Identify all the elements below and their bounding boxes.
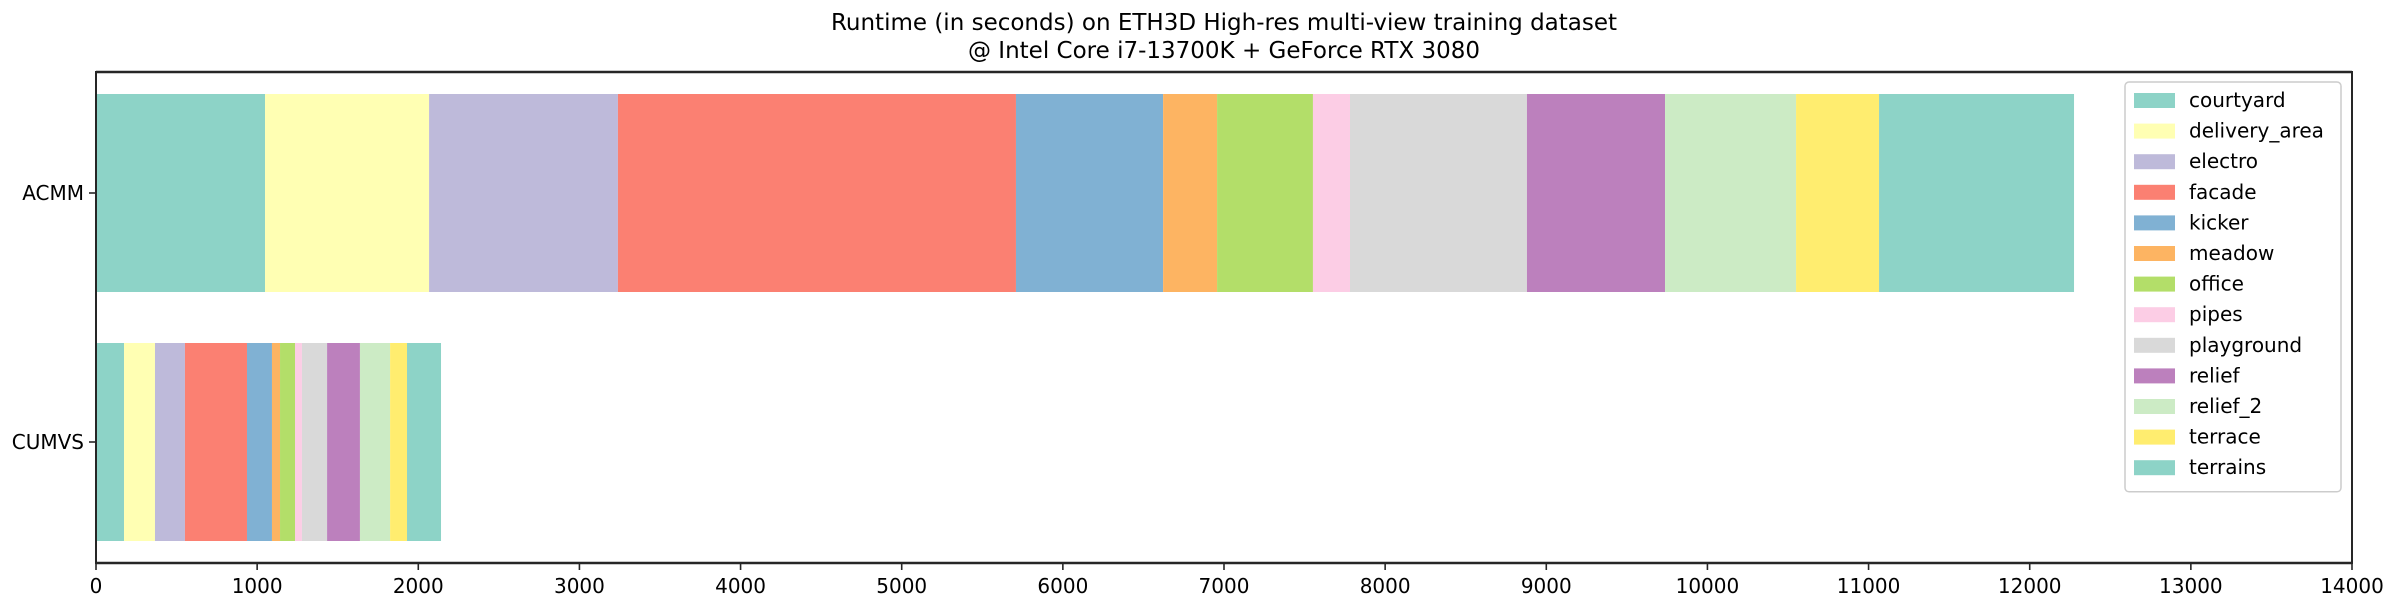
x-tick-label: 10000 bbox=[1676, 574, 1740, 598]
x-tick-label: 12000 bbox=[1998, 574, 2062, 598]
bar-segment-acmm-delivery-area bbox=[265, 94, 430, 292]
bar-segment-acmm-playground bbox=[1350, 94, 1527, 292]
bar-segment-cumvs-kicker bbox=[246, 343, 272, 541]
x-tick-label: 9000 bbox=[1521, 574, 1572, 598]
legend-label: electro bbox=[2189, 149, 2258, 173]
bar-segment-acmm-meadow bbox=[1163, 94, 1218, 292]
x-tick-label: 3000 bbox=[554, 574, 605, 598]
bar-segment-cumvs-relief-2 bbox=[359, 343, 391, 541]
legend-label: facade bbox=[2189, 180, 2257, 204]
legend-label: terrace bbox=[2189, 425, 2261, 449]
x-tick-label: 1000 bbox=[232, 574, 283, 598]
x-tick-label: 0 bbox=[90, 574, 103, 598]
legend-swatch bbox=[2134, 93, 2175, 108]
bar-segment-acmm-terrains bbox=[1879, 94, 2075, 292]
x-tick-label: 5000 bbox=[876, 574, 927, 598]
legend-label: playground bbox=[2189, 333, 2302, 357]
x-tick-label: 4000 bbox=[715, 574, 766, 598]
bar-segment-cumvs-courtyard bbox=[96, 343, 125, 541]
runtime-chart: Runtime (in seconds) on ETH3D High-res m… bbox=[12, 10, 2384, 598]
x-tick-label: 14000 bbox=[2320, 574, 2384, 598]
bar-group-acmm bbox=[96, 94, 2075, 292]
x-tick-label: 11000 bbox=[1837, 574, 1901, 598]
bar-segment-acmm-office bbox=[1217, 94, 1313, 292]
bar-segment-cumvs-terrace bbox=[390, 343, 408, 541]
bar-segment-acmm-electro bbox=[429, 94, 618, 292]
bars-layer bbox=[96, 94, 2075, 541]
legend-label: relief bbox=[2189, 363, 2241, 387]
legend-label: kicker bbox=[2189, 210, 2249, 234]
bar-segment-acmm-pipes bbox=[1312, 94, 1351, 292]
bar-segment-cumvs-delivery-area bbox=[124, 343, 155, 541]
bar-segment-cumvs-facade bbox=[184, 343, 247, 541]
y-tick-label-cumvs: CUMVS bbox=[12, 430, 84, 454]
bar-segment-cumvs-relief bbox=[327, 343, 360, 541]
bar-segment-acmm-facade bbox=[617, 94, 1016, 292]
legend-swatch bbox=[2134, 276, 2175, 292]
bar-segment-acmm-relief-2 bbox=[1665, 94, 1797, 292]
legend-swatch bbox=[2134, 246, 2175, 261]
legend-swatch bbox=[2134, 399, 2175, 414]
y-tick-label-acmm: ACMM bbox=[22, 181, 84, 205]
bar-segment-cumvs-playground bbox=[301, 343, 328, 541]
legend: courtyard delivery_areaelectro facade kicke… bbox=[2124, 81, 2342, 493]
x-tick-label: 2000 bbox=[393, 574, 444, 598]
legend-swatch bbox=[2134, 215, 2175, 231]
legend-swatch bbox=[2134, 368, 2175, 384]
bar-segment-acmm-courtyard bbox=[96, 94, 266, 292]
bar-segment-cumvs-pipes bbox=[295, 343, 302, 541]
legend-swatch bbox=[2134, 460, 2175, 476]
legend-swatch bbox=[2134, 307, 2175, 323]
x-tick-label: 13000 bbox=[2159, 574, 2223, 598]
bar-segment-cumvs-meadow bbox=[271, 343, 281, 541]
x-tick-label: 7000 bbox=[1199, 574, 1250, 598]
legend-label: office bbox=[2189, 272, 2244, 296]
legend-label: delivery_area bbox=[2189, 119, 2324, 143]
legend-label: courtyard bbox=[2189, 88, 2286, 112]
bar-segment-cumvs-office bbox=[280, 343, 296, 541]
bar-group-cumvs bbox=[96, 343, 442, 541]
legend-swatch bbox=[2134, 429, 2175, 445]
x-tick-label: 8000 bbox=[1360, 574, 1411, 598]
bar-segment-cumvs-electro bbox=[154, 343, 185, 541]
bar-segment-acmm-relief bbox=[1526, 94, 1666, 292]
legend-label: pipes bbox=[2189, 302, 2243, 326]
bar-segment-cumvs-terrains bbox=[407, 343, 442, 541]
chart-title: Runtime (in seconds) on ETH3D High-res m… bbox=[831, 10, 1617, 36]
bar-segment-acmm-kicker bbox=[1015, 94, 1164, 292]
legend-swatch bbox=[2134, 184, 2175, 200]
chart-subtitle: @ Intel Core i7-13700K + GeForce RTX 308… bbox=[968, 38, 1480, 64]
legend-swatch bbox=[2134, 154, 2175, 170]
legend-swatch bbox=[2134, 123, 2175, 139]
legend-label: terrains bbox=[2189, 455, 2266, 479]
legend-label: meadow bbox=[2189, 241, 2274, 265]
legend-swatch bbox=[2134, 337, 2175, 353]
legend-label: relief_2 bbox=[2189, 394, 2262, 418]
x-tick-label: 6000 bbox=[1037, 574, 1088, 598]
bar-segment-acmm-terrace bbox=[1796, 94, 1880, 292]
